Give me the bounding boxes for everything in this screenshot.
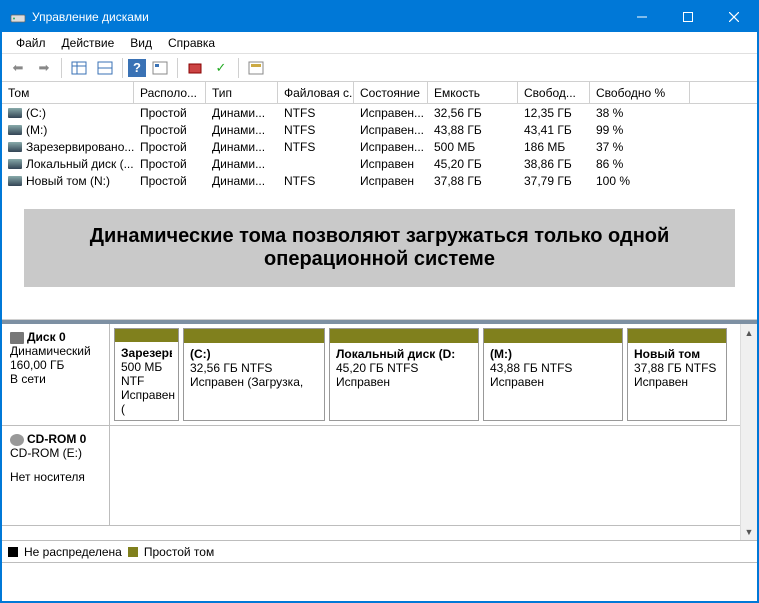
toolbar: ⬅ ➡ ? ✓: [2, 54, 757, 82]
settings-icon[interactable]: [244, 56, 268, 80]
disk-graphical-view: Диск 0 Динамический 160,00 ГБ В сети Зар…: [2, 320, 757, 540]
legend-simple-swatch: [128, 547, 138, 557]
col-freepct[interactable]: Свободно %: [590, 82, 690, 103]
menu-view[interactable]: Вид: [122, 34, 160, 52]
col-free[interactable]: Свобод...: [518, 82, 590, 103]
disk-icon: [10, 332, 24, 344]
volume-table: Том Располо... Тип Файловая с... Состоян…: [2, 82, 757, 320]
volume-icon: [8, 159, 22, 169]
menubar: Файл Действие Вид Справка: [2, 32, 757, 54]
col-volume[interactable]: Том: [2, 82, 134, 103]
maximize-button[interactable]: [665, 2, 711, 32]
legend-unallocated-swatch: [8, 547, 18, 557]
scroll-up-icon[interactable]: ▲: [741, 324, 757, 341]
partition[interactable]: Локальный диск (D:45,20 ГБ NTFSИсправен: [329, 328, 479, 421]
window-title: Управление дисками: [32, 10, 619, 24]
partition-color-bar: [330, 329, 478, 343]
disk-0-row[interactable]: Диск 0 Динамический 160,00 ГБ В сети Зар…: [2, 324, 757, 426]
cdrom-icon: [10, 434, 24, 446]
view-prop-icon[interactable]: [93, 56, 117, 80]
partition[interactable]: Новый том37,88 ГБ NTFSИсправен: [627, 328, 727, 421]
table-row[interactable]: (M:)ПростойДинами...NTFSИсправен...43,88…: [2, 121, 757, 138]
partition-color-bar: [628, 329, 726, 343]
cdrom-label: CD-ROM 0 CD-ROM (E:) Нет носителя: [2, 426, 110, 525]
legend-unallocated: Не распределена: [24, 545, 122, 559]
app-icon: [10, 9, 26, 25]
menu-file[interactable]: Файл: [8, 34, 54, 52]
volume-icon: [8, 176, 22, 186]
table-row[interactable]: Новый том (N:)ПростойДинами...NTFSИсправ…: [2, 172, 757, 189]
col-state[interactable]: Состояние: [354, 82, 428, 103]
disk-0-label: Диск 0 Динамический 160,00 ГБ В сети: [2, 324, 110, 425]
forward-button[interactable]: ➡: [32, 56, 56, 80]
col-filesystem[interactable]: Файловая с...: [278, 82, 354, 103]
check-icon[interactable]: ✓: [209, 56, 233, 80]
partition-color-bar: [115, 329, 178, 342]
refresh-icon[interactable]: [183, 56, 207, 80]
scroll-down-icon[interactable]: ▼: [741, 523, 757, 540]
table-row[interactable]: Зарезервировано...ПростойДинами...NTFSИс…: [2, 138, 757, 155]
table-row[interactable]: Локальный диск (...ПростойДинами...Испра…: [2, 155, 757, 172]
col-type[interactable]: Тип: [206, 82, 278, 103]
partition-color-bar: [484, 329, 622, 343]
statusbar: [2, 562, 757, 582]
props-icon[interactable]: [148, 56, 172, 80]
info-banner: Динамические тома позволяют загружаться …: [24, 209, 735, 287]
volume-icon: [8, 108, 22, 118]
vertical-scrollbar[interactable]: ▲ ▼: [740, 324, 757, 540]
partition[interactable]: (M:)43,88 ГБ NTFSИсправен: [483, 328, 623, 421]
menu-action[interactable]: Действие: [54, 34, 123, 52]
back-button[interactable]: ⬅: [6, 56, 30, 80]
titlebar: Управление дисками: [2, 2, 757, 32]
help-icon[interactable]: ?: [128, 59, 146, 77]
partition-color-bar: [184, 329, 324, 343]
close-button[interactable]: [711, 2, 757, 32]
col-capacity[interactable]: Емкость: [428, 82, 518, 103]
volume-icon: [8, 125, 22, 135]
volume-icon: [8, 142, 22, 152]
legend: Не распределена Простой том: [2, 540, 757, 562]
col-layout[interactable]: Располо...: [134, 82, 206, 103]
table-row[interactable]: (C:)ПростойДинами...NTFSИсправен...32,56…: [2, 104, 757, 121]
view-list-icon[interactable]: [67, 56, 91, 80]
partition[interactable]: (C:)32,56 ГБ NTFSИсправен (Загрузка,: [183, 328, 325, 421]
minimize-button[interactable]: [619, 2, 665, 32]
cdrom-row[interactable]: CD-ROM 0 CD-ROM (E:) Нет носителя: [2, 426, 757, 526]
menu-help[interactable]: Справка: [160, 34, 223, 52]
legend-simple: Простой том: [144, 545, 214, 559]
table-header: Том Располо... Тип Файловая с... Состоян…: [2, 82, 757, 104]
partition[interactable]: Зарезерви500 МБ NTFИсправен (: [114, 328, 179, 421]
